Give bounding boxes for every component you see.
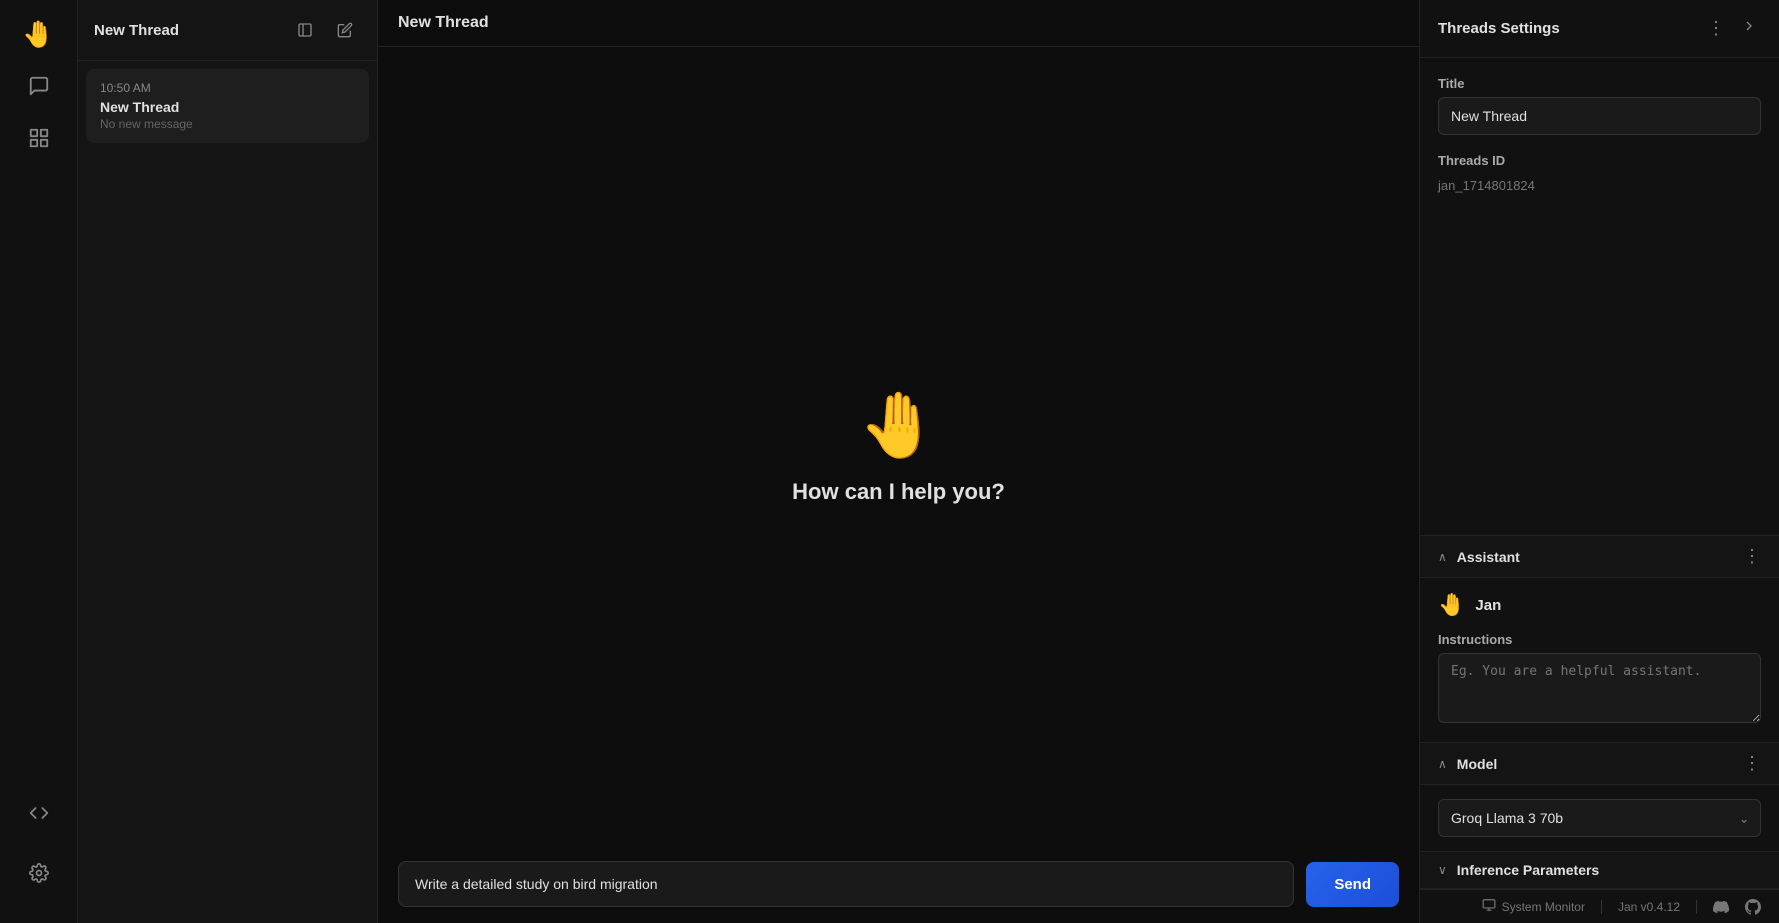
github-button[interactable] <box>1745 899 1761 915</box>
monitor-icon <box>1482 898 1496 915</box>
new-thread-button[interactable] <box>329 14 361 46</box>
model-select-wrapper: Groq Llama 3 70b GPT-4 Claude 3 <box>1438 799 1761 837</box>
model-section-header-left: ∧ Model <box>1438 756 1497 772</box>
model-section-header[interactable]: ∧ Model ⋮ <box>1420 742 1779 785</box>
model-more-icon[interactable]: ⋮ <box>1743 753 1761 774</box>
instructions-group: Instructions <box>1438 632 1761 728</box>
thread-items: 10:50 AM New Thread No new message <box>78 61 377 923</box>
settings-header-icons: ⋮ <box>1703 14 1761 43</box>
assistant-emoji: 🤚 <box>1438 592 1465 618</box>
settings-more-button[interactable]: ⋮ <box>1703 14 1729 43</box>
status-bar: System Monitor Jan v0.4.12 <box>1420 889 1779 923</box>
inference-section-header-left: ∨ Inference Parameters <box>1438 862 1599 878</box>
title-input[interactable] <box>1438 97 1761 135</box>
settings-title: Threads Settings <box>1438 20 1560 37</box>
title-label: Title <box>1438 76 1761 91</box>
inference-chevron-icon: ∨ <box>1438 863 1447 877</box>
thread-name: New Thread <box>100 99 355 115</box>
threads-id-label: Threads ID <box>1438 153 1761 168</box>
assistant-section-header-left: ∧ Assistant <box>1438 549 1520 565</box>
assistant-item[interactable]: 🤚 Jan <box>1438 592 1761 618</box>
sidebar-bottom <box>17 791 61 911</box>
model-chevron-icon: ∧ <box>1438 757 1447 771</box>
model-section-title: Model <box>1457 756 1497 772</box>
sidebar-item-settings[interactable] <box>17 851 61 895</box>
status-divider-2 <box>1696 900 1697 914</box>
welcome-emoji: 🤚 <box>859 388 939 463</box>
assistant-section-header[interactable]: ∧ Assistant ⋮ <box>1420 535 1779 578</box>
thread-list-header: New Thread <box>78 0 377 61</box>
thread-item[interactable]: 10:50 AM New Thread No new message <box>86 69 369 143</box>
instructions-label: Instructions <box>1438 632 1761 647</box>
thread-list-title: New Thread <box>94 22 179 39</box>
system-monitor-button[interactable]: System Monitor <box>1482 898 1585 915</box>
assistant-more-icon[interactable]: ⋮ <box>1743 546 1761 567</box>
settings-panel: Threads Settings ⋮ Title Threads ID jan_… <box>1419 0 1779 923</box>
thread-preview: No new message <box>100 117 355 131</box>
sidebar-item-code[interactable] <box>17 791 61 835</box>
instructions-textarea[interactable] <box>1438 653 1761 723</box>
assistant-section: 🤚 Jan Instructions <box>1420 578 1779 742</box>
inference-section-header[interactable]: ∨ Inference Parameters <box>1420 851 1779 889</box>
icon-sidebar: 🤚 <box>0 0 78 923</box>
threads-id-value: jan_1714801824 <box>1438 174 1761 197</box>
assistant-chevron-icon: ∧ <box>1438 550 1447 564</box>
input-area: Send <box>378 845 1419 923</box>
main-title: New Thread <box>398 14 489 32</box>
monitor-label: System Monitor <box>1502 900 1585 914</box>
main-area: New Thread 🤚 How can I help you? Send <box>378 0 1419 923</box>
settings-collapse-button[interactable] <box>1737 14 1761 43</box>
send-button[interactable]: Send <box>1306 862 1399 907</box>
collapse-sidebar-button[interactable] <box>289 14 321 46</box>
main-header: New Thread <box>378 0 1419 47</box>
threads-id-field-group: Threads ID jan_1714801824 <box>1438 153 1761 197</box>
title-field-group: Title <box>1438 76 1761 135</box>
settings-body: Title Threads ID jan_1714801824 <box>1420 58 1779 535</box>
status-divider-1 <box>1601 900 1602 914</box>
sidebar-item-home[interactable]: 🤚 <box>17 12 61 56</box>
chat-content: 🤚 How can I help you? <box>378 47 1419 845</box>
settings-header: Threads Settings ⋮ <box>1420 0 1779 58</box>
sidebar-top: 🤚 <box>17 12 61 791</box>
model-section: Groq Llama 3 70b GPT-4 Claude 3 <box>1420 785 1779 851</box>
welcome-text: How can I help you? <box>792 479 1005 505</box>
thread-time: 10:50 AM <box>100 81 355 95</box>
sidebar-item-chat[interactable] <box>17 64 61 108</box>
thread-list-header-icons <box>289 14 361 46</box>
assistant-name: Jan <box>1475 597 1501 614</box>
message-input[interactable] <box>398 861 1294 907</box>
model-select[interactable]: Groq Llama 3 70b GPT-4 Claude 3 <box>1438 799 1761 837</box>
assistant-section-title: Assistant <box>1457 549 1520 565</box>
version-label: Jan v0.4.12 <box>1618 900 1680 914</box>
discord-button[interactable] <box>1713 899 1729 915</box>
thread-list-panel: New Thread 10:50 AM New Thread No new me… <box>78 0 378 923</box>
inference-section-title: Inference Parameters <box>1457 862 1599 878</box>
sidebar-item-grid[interactable] <box>17 116 61 160</box>
